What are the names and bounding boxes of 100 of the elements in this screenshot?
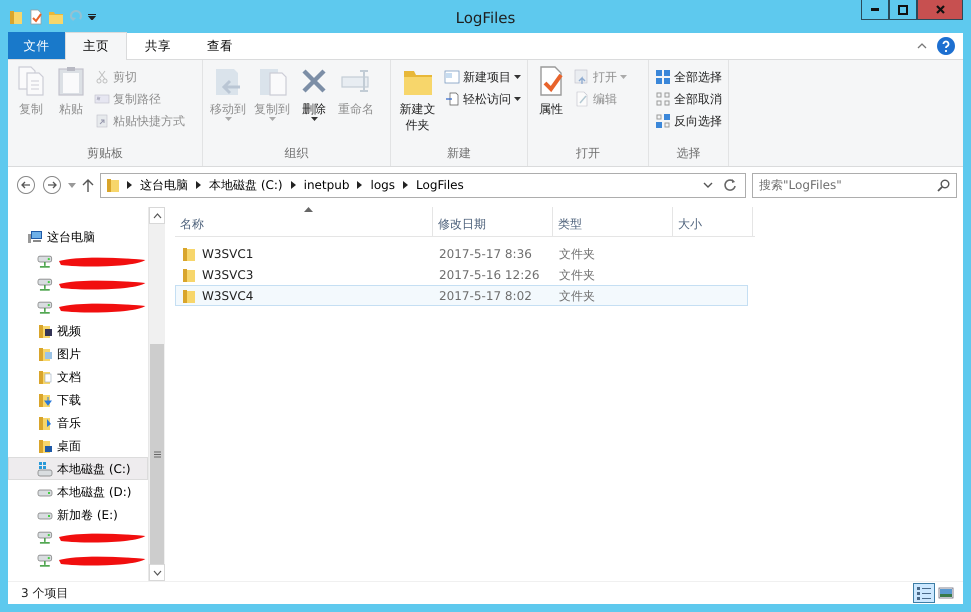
collapse-ribbon-icon — [917, 42, 927, 50]
ribbon-button[interactable]: 属性 — [532, 63, 570, 144]
maximize-button[interactable] — [889, 0, 917, 20]
breadcrumb[interactable]: LogFiles — [414, 176, 466, 194]
new-item-icon — [444, 69, 460, 85]
breadcrumb-arrow-icon — [196, 181, 201, 189]
group-label: 剪贴板 — [86, 145, 124, 162]
file-row[interactable]: W3SVC3 2017-5-16 12:26 文件夹 — [175, 264, 748, 285]
nav-item[interactable]: 音乐 — [8, 411, 148, 434]
nav-label: 视频 — [57, 322, 81, 340]
scroll-up-icon — [152, 212, 162, 218]
search-field[interactable]: 搜索"LogFiles" — [752, 172, 957, 198]
minimize-button[interactable] — [861, 0, 889, 20]
recent-locations-button[interactable] — [68, 182, 76, 188]
ribbon-button[interactable]: 新建项目 — [442, 67, 523, 87]
view-button[interactable] — [913, 583, 935, 603]
nav-item[interactable]: 本地磁盘 (C:) — [8, 457, 148, 480]
nav-item[interactable]: 这台电脑 — [8, 225, 148, 248]
network-drive-icon — [37, 276, 53, 292]
up-button[interactable] — [82, 178, 94, 192]
scroll-down-icon — [152, 570, 162, 576]
nav-item[interactable]: 新加卷 (E:) — [8, 503, 148, 526]
ribbon-tab[interactable]: 共享 — [127, 32, 189, 59]
ribbon-button[interactable]: 全部选择 — [653, 67, 724, 87]
computer-icon — [27, 228, 43, 244]
system-drive-icon — [37, 460, 53, 476]
folder-icon — [105, 177, 121, 193]
breadcrumb-arrow-icon — [357, 181, 362, 189]
dropdown-icon — [703, 182, 713, 188]
group-label: 选择 — [676, 145, 702, 162]
scroll-down-button[interactable] — [149, 564, 165, 581]
edit-icon — [574, 91, 590, 107]
group-label: 打开 — [575, 145, 601, 162]
group-label: 组织 — [284, 145, 310, 162]
scroll-thumb[interactable] — [150, 344, 164, 564]
ribbon-tab[interactable]: 主页 — [65, 32, 127, 60]
nav-item[interactable]: 文档 — [8, 365, 148, 388]
breadcrumb-arrow-icon — [290, 181, 296, 189]
file-row[interactable]: W3SVC4 2017-5-17 8:02 文件夹 — [175, 285, 748, 306]
folder-icon — [181, 288, 197, 304]
file-type: 文件夹 — [559, 246, 595, 260]
address-bar[interactable]: 这台电脑 本地磁盘 (C:) inetpub logs LogFiles — [100, 172, 746, 198]
breadcrumb[interactable]: 这台电脑 — [138, 176, 190, 194]
network-drive-icon — [37, 300, 53, 316]
close-icon — [936, 5, 944, 14]
network-drive-icon — [37, 552, 53, 568]
easy-access-icon — [444, 91, 460, 107]
ribbon-button[interactable]: 全部取消 — [653, 89, 724, 109]
nav-label: 这台电脑 — [47, 228, 95, 246]
ribbon-button[interactable]: 轻松访问 — [442, 89, 523, 109]
details-view-icon — [916, 585, 932, 601]
dropdown-icon — [514, 97, 521, 101]
column-header[interactable]: 类型 — [553, 207, 673, 236]
item-count: 3 个项目 — [21, 585, 68, 602]
help-icon — [937, 37, 955, 55]
network-drive-icon — [37, 530, 53, 546]
nav-item[interactable]: 本地磁盘 (D:) — [8, 480, 148, 503]
file-type: 文件夹 — [559, 288, 595, 302]
minimize-icon — [871, 8, 879, 11]
file-name: W3SVC3 — [202, 266, 254, 284]
nav-item[interactable]: 图片 — [8, 342, 148, 365]
network-drive-icon — [37, 254, 53, 270]
open-icon — [574, 69, 590, 85]
breadcrumb[interactable]: inetpub — [302, 176, 352, 194]
search-icon — [937, 178, 950, 192]
dropdown-icon — [268, 117, 276, 121]
folder-icon — [181, 246, 197, 262]
ribbon-button[interactable]: 删除 — [295, 63, 333, 144]
nav-item[interactable]: 下载 — [8, 388, 148, 411]
nav-label: 图片 — [57, 346, 81, 362]
forward-button[interactable] — [42, 175, 62, 195]
downloads-folder-icon — [37, 392, 53, 408]
breadcrumb-arrow-icon — [403, 181, 408, 189]
properties-icon — [28, 8, 44, 24]
folder-icon — [181, 266, 197, 282]
breadcrumb[interactable]: 本地磁盘 (C:) — [207, 176, 285, 194]
file-type: 文件夹 — [559, 268, 595, 282]
folder-icon — [8, 8, 24, 24]
breadcrumb[interactable]: logs — [368, 176, 398, 194]
nav-item[interactable]: 桌面 — [8, 434, 148, 457]
nav-label: 本地磁盘 (C:) — [57, 460, 131, 478]
select-none-icon — [655, 91, 671, 107]
ribbon-button[interactable]: 新建文件夹 — [395, 63, 440, 144]
breadcrumb-arrow-icon — [127, 181, 132, 189]
ribbon-tab[interactable]: 查看 — [189, 32, 251, 59]
back-button[interactable] — [16, 175, 36, 195]
column-header[interactable]: 大小 — [673, 207, 753, 236]
close-button[interactable] — [917, 0, 963, 20]
quick-access-button[interactable] — [88, 14, 96, 20]
modified-date: 2017-5-16 12:26 — [439, 268, 540, 282]
refresh-icon — [723, 178, 737, 192]
file-row[interactable]: W3SVC1 2017-5-17 8:36 文件夹 — [175, 243, 748, 264]
ribbon-button[interactable]: 反向选择 — [653, 111, 724, 131]
scroll-up-button[interactable] — [149, 207, 165, 224]
dropdown-icon — [310, 117, 318, 121]
nav-label: 下载 — [57, 392, 81, 408]
column-header[interactable]: 修改日期 — [433, 207, 553, 236]
file-menu-tab[interactable]: 文件 — [8, 32, 65, 59]
column-header[interactable]: 名称 — [175, 207, 433, 236]
nav-item[interactable]: 视频 — [8, 319, 148, 342]
